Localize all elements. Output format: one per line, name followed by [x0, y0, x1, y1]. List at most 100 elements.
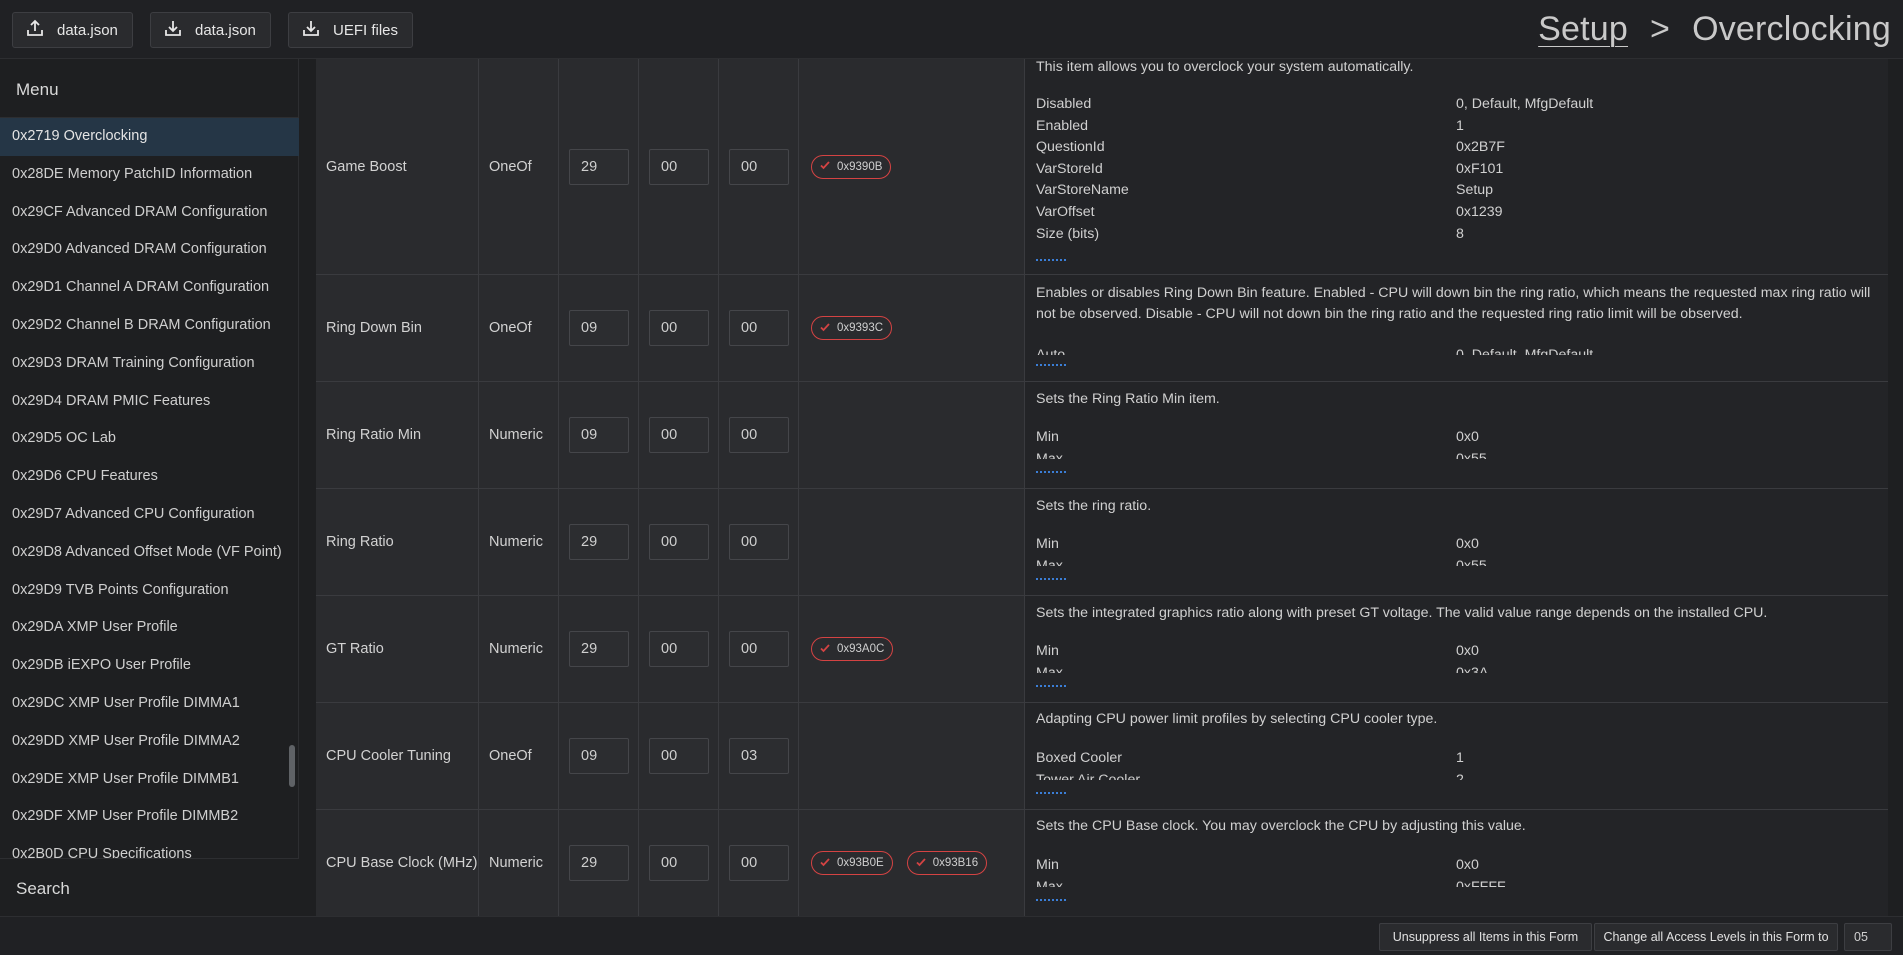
option-value: Setup — [1456, 182, 1494, 199]
reference-tag[interactable]: 0x9393C — [811, 316, 893, 340]
option-row: Min 0x0 — [1036, 641, 1888, 663]
suppress-input[interactable]: 00 — [649, 310, 709, 346]
option-row: QuestionId 0x2B7F — [1036, 137, 1888, 159]
option-value: 0x3A — [1456, 664, 1489, 673]
menu-item[interactable]: 0x29DE XMP User Profile DIMMB1 — [0, 761, 299, 799]
option-value: 0xFFFF — [1456, 878, 1506, 887]
menu-item[interactable]: 0x29D9 TVB Points Configuration — [0, 572, 299, 610]
access-level-input[interactable]: 09 — [569, 738, 629, 774]
suppress-input[interactable]: 00 — [649, 148, 709, 185]
change-access-levels-button[interactable]: Change all Access Levels in this Form to — [1594, 923, 1838, 951]
item-options: Auto 0, Default, MfgDefault — [1036, 345, 1888, 355]
menu-item[interactable]: 0x29D8 Advanced Offset Mode (VF Point) — [0, 534, 299, 572]
reference-tag[interactable]: 0x93B16 — [906, 851, 988, 875]
menu-item[interactable]: 0x29DA XMP User Profile — [0, 609, 299, 647]
access-level-input[interactable]: 29 — [569, 845, 629, 881]
option-key: Auto — [1036, 347, 1066, 355]
item-type: OneOf — [489, 158, 532, 175]
item-type: Numeric — [489, 641, 543, 657]
item-options: Min 0x0 Max 0x55 — [1036, 534, 1888, 566]
access-level-input[interactable]: 09 — [569, 417, 629, 453]
item-type: OneOf — [489, 748, 532, 764]
default-input[interactable]: 00 — [729, 310, 789, 346]
menu-item[interactable]: 0x29DC XMP User Profile DIMMA1 — [0, 685, 299, 723]
check-icon — [915, 856, 927, 871]
reference-tag-label: 0x9390B — [837, 160, 883, 173]
option-key: VarStoreName — [1036, 182, 1129, 199]
check-icon — [819, 642, 831, 657]
access-level-input[interactable]: 09 — [569, 310, 629, 346]
menu-item[interactable]: 0x29D6 CPU Features — [0, 458, 299, 496]
show-more-link[interactable] — [1036, 471, 1066, 473]
menu-item[interactable]: 0x29DD XMP User Profile DIMMA2 — [0, 723, 299, 761]
option-row: Disabled 0, Default, MfgDefault — [1036, 94, 1888, 116]
option-value: 0, Default, MfgDefault — [1456, 347, 1594, 355]
download-uefi-button[interactable]: UEFI files — [288, 12, 414, 48]
table-row: CPU Base Clock (MHz) Numeric 29 00 00 0x… — [316, 810, 1888, 916]
option-key: Min — [1036, 429, 1059, 445]
option-value: 0, Default, MfgDefault — [1456, 96, 1594, 112]
item-description: Sets the Ring Ratio Min item. — [1036, 391, 1220, 407]
default-input[interactable]: 00 — [729, 524, 789, 560]
reference-tag[interactable]: 0x93A0C — [811, 637, 894, 661]
menu-item[interactable]: 0x28DE Memory PatchID Information — [0, 156, 299, 194]
default-input[interactable]: 00 — [729, 845, 789, 881]
option-row: Min 0x0 — [1036, 855, 1888, 877]
download-json-label: data.json — [195, 21, 256, 39]
option-key: Enabled — [1036, 117, 1089, 134]
access-level-input[interactable]: 29 — [569, 631, 629, 667]
check-icon — [819, 856, 831, 871]
access-level-input[interactable]: 29 — [569, 524, 629, 560]
download-uefi-label: UEFI files — [333, 21, 399, 39]
show-more-link[interactable] — [1036, 685, 1066, 687]
suppress-input[interactable]: 00 — [649, 631, 709, 667]
breadcrumb-setup-link[interactable]: Setup — [1538, 10, 1628, 49]
menu-item[interactable]: 0x29DB iEXPO User Profile — [0, 647, 299, 685]
menu-item[interactable]: 0x29D1 Channel A DRAM Configuration — [0, 269, 299, 307]
sidebar-scrollbar[interactable] — [289, 745, 295, 787]
search-section[interactable]: Search — [0, 858, 299, 916]
suppress-input[interactable]: 00 — [649, 845, 709, 881]
access-level-input[interactable]: 29 — [569, 148, 629, 185]
show-more-link[interactable] — [1036, 578, 1066, 580]
option-key: Min — [1036, 536, 1059, 552]
menu-item[interactable]: 0x29D2 Channel B DRAM Configuration — [0, 307, 299, 345]
suppress-input[interactable]: 00 — [649, 738, 709, 774]
menu-item[interactable]: 0x2719 Overclocking — [0, 118, 299, 156]
menu-item[interactable]: 0x29DF XMP User Profile DIMMB2 — [0, 798, 299, 836]
item-name: Ring Ratio Min — [326, 427, 422, 443]
download-json-button[interactable]: data.json — [150, 12, 271, 48]
default-input[interactable]: 00 — [729, 631, 789, 667]
menu-item[interactable]: 0x29D0 Advanced DRAM Configuration — [0, 231, 299, 269]
default-input[interactable]: 00 — [729, 417, 789, 453]
menu-item[interactable]: 0x29CF Advanced DRAM Configuration — [0, 194, 299, 232]
item-type: Numeric — [489, 534, 543, 550]
reference-tag[interactable]: 0x9390B — [811, 154, 892, 179]
default-input[interactable]: 03 — [729, 738, 789, 774]
default-input[interactable]: 00 — [729, 148, 789, 185]
menu-item[interactable]: 0x29D3 DRAM Training Configuration — [0, 345, 299, 383]
unsuppress-all-button[interactable]: Unsuppress all Items in this Form — [1379, 923, 1592, 951]
option-value: 0x55 — [1456, 557, 1487, 566]
show-more-link[interactable] — [1036, 364, 1066, 366]
option-value: 1 — [1456, 750, 1464, 766]
item-description: Sets the CPU Base clock. You may overclo… — [1036, 818, 1526, 834]
table-row: Ring Down Bin OneOf 09 00 00 0x9393C Ena… — [316, 275, 1888, 382]
menu-item[interactable]: 0x29D7 Advanced CPU Configuration — [0, 496, 299, 534]
option-value: 0x0 — [1456, 536, 1479, 552]
item-name: CPU Cooler Tuning — [326, 748, 451, 764]
show-more-link[interactable] — [1036, 259, 1066, 261]
option-key: Tower Air Cooler — [1036, 771, 1141, 780]
reference-tag[interactable]: 0x93B0E — [811, 851, 893, 875]
breadcrumb: Setup > Overclocking — [1538, 10, 1891, 49]
menu-item[interactable]: 0x29D5 OC Lab — [0, 420, 299, 458]
item-type: Numeric — [489, 855, 543, 871]
show-more-link[interactable] — [1036, 899, 1066, 901]
menu-item[interactable]: 0x29D4 DRAM PMIC Features — [0, 383, 299, 421]
suppress-input[interactable]: 00 — [649, 524, 709, 560]
suppress-input[interactable]: 00 — [649, 417, 709, 453]
table-row: Ring Ratio Min Numeric 09 00 00 Sets the… — [316, 382, 1888, 489]
access-level-field[interactable]: 05 — [1844, 923, 1892, 951]
upload-json-button[interactable]: data.json — [12, 12, 133, 48]
show-more-link[interactable] — [1036, 792, 1066, 794]
